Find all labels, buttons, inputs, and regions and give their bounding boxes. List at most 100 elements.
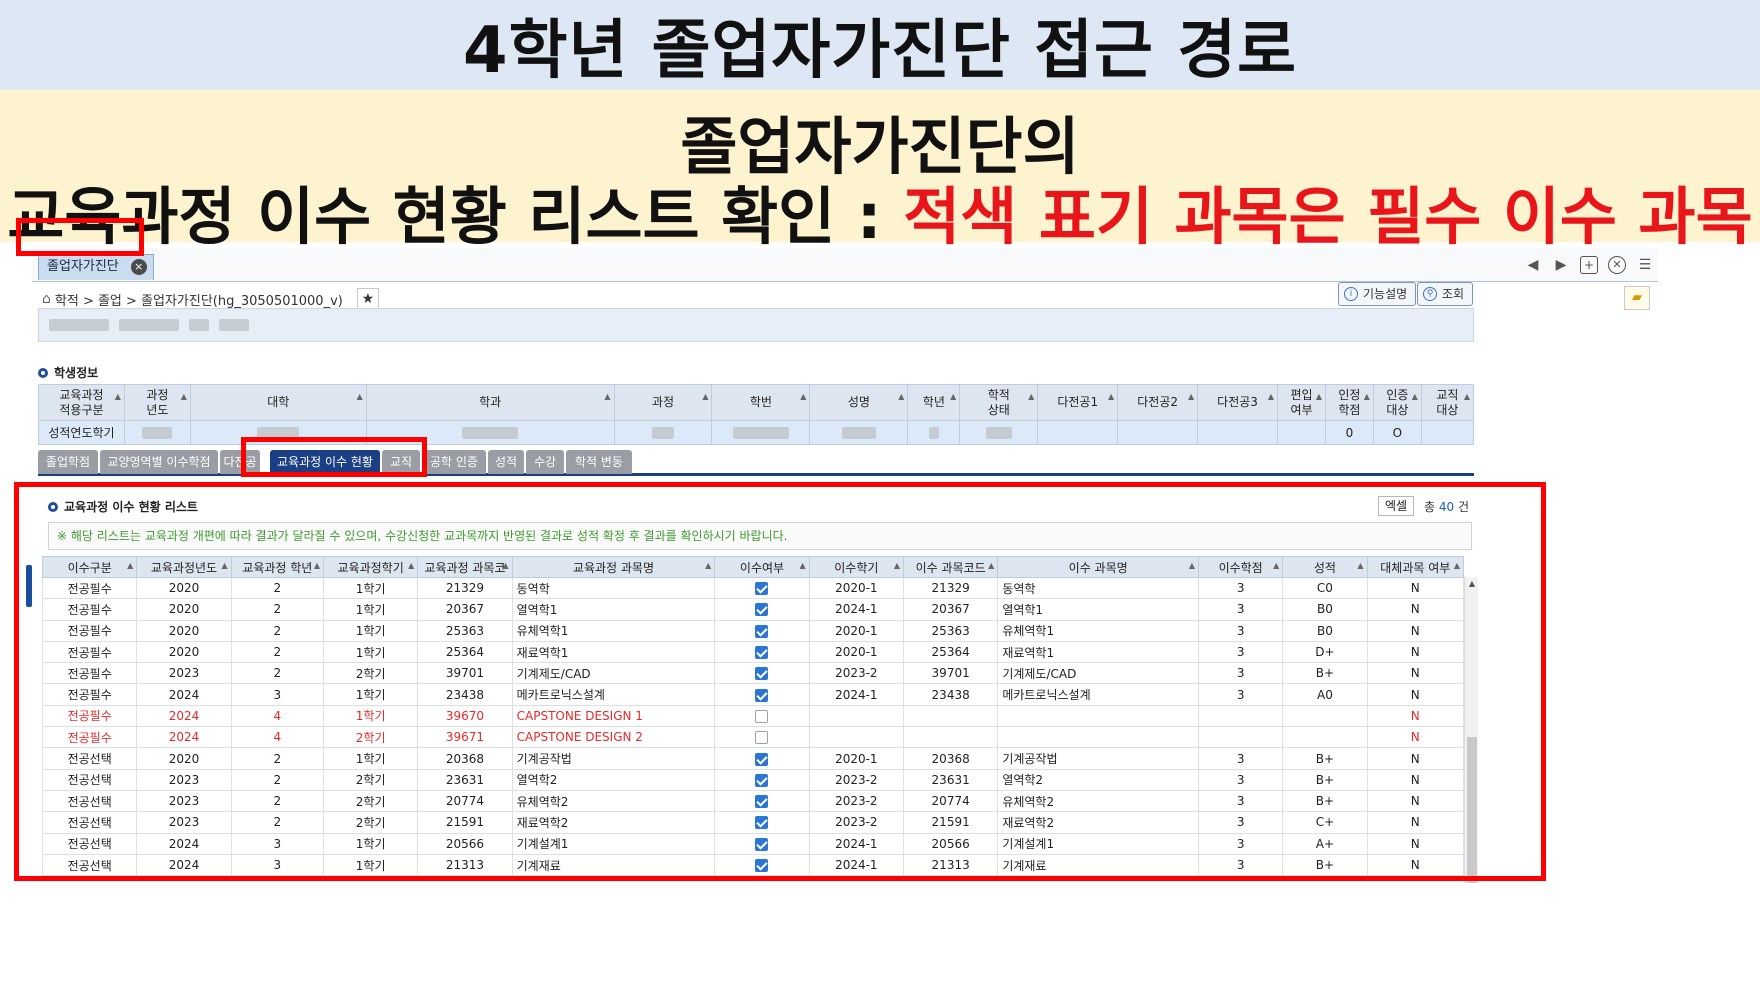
completion-checkbox[interactable] xyxy=(755,582,769,596)
sort-arrow-icon[interactable]: ▲ xyxy=(1412,389,1418,404)
next-tab-icon[interactable]: ▶ xyxy=(1552,256,1570,274)
scrollbar-thumb[interactable] xyxy=(1467,737,1477,883)
sub-tab[interactable]: 교양영역별 이수학점 xyxy=(100,450,218,474)
sort-arrow-icon[interactable]: ▲ xyxy=(1028,389,1034,404)
sort-arrow-icon[interactable]: ▲ xyxy=(950,389,956,404)
sort-arrow-icon[interactable]: ▲ xyxy=(408,561,414,570)
table-row[interactable]: 전공필수 2020 2 1학기 25364 재료역학1 2020-1 25364 재료역학1 3 D… xyxy=(41,640,1465,664)
sort-arrow-icon[interactable]: ▲ xyxy=(898,389,904,404)
student-col-header[interactable]: 과정 ▲ xyxy=(613,384,713,421)
sub-tab[interactable]: 교육과정 이수 현황 xyxy=(270,450,380,474)
table-row[interactable]: 전공필수 2024 4 1학기 39670 CAPSTONE DESIGN 1 N xyxy=(41,704,1465,728)
table-row[interactable]: 전공필수 2020 2 1학기 25363 유체역학1 2020-1 25363 유체역학1 3 B… xyxy=(41,619,1465,642)
sort-arrow-icon[interactable]: ▲ xyxy=(1268,389,1274,404)
new-window-icon[interactable]: + xyxy=(1580,256,1598,274)
sort-arrow-icon[interactable]: ▲ xyxy=(502,561,508,570)
help-button[interactable]: i 기능설명 xyxy=(1338,282,1417,306)
student-col-header[interactable]: 교육과정 적용구분 ▲ xyxy=(38,384,125,421)
sort-arrow-icon[interactable]: ▲ xyxy=(1189,561,1195,570)
student-col-header[interactable]: 인증 대상 ▲ xyxy=(1372,384,1422,421)
completion-checkbox[interactable] xyxy=(755,816,769,830)
table-row[interactable]: 전공선택 2023 2 2학기 21591 재료역학2 2023-2 21591 재료역학2 3 C… xyxy=(41,811,1465,834)
sort-arrow-icon[interactable]: ▲ xyxy=(988,561,994,570)
completion-checkbox[interactable] xyxy=(755,667,769,681)
student-col-header[interactable]: 대학 ▲ xyxy=(189,384,367,421)
sort-arrow-icon[interactable]: ▲ xyxy=(357,389,363,404)
sort-arrow-icon[interactable]: ▲ xyxy=(894,561,900,570)
folder-icon[interactable]: ▰ xyxy=(1624,286,1650,310)
column-header[interactable]: 이수구분 ▲ xyxy=(41,556,138,578)
doc-tab-graduation-check[interactable]: 졸업자가진단 × xyxy=(38,254,154,280)
column-header[interactable]: 이수학점 ▲ xyxy=(1198,556,1284,578)
student-col-header[interactable]: 성명 ▲ xyxy=(809,384,909,421)
table-row[interactable]: 전공필수 2024 4 2학기 39671 CAPSTONE DESIGN 2 N xyxy=(41,726,1465,749)
sort-arrow-icon[interactable]: ▲ xyxy=(1454,561,1460,570)
sort-arrow-icon[interactable]: ▲ xyxy=(1273,561,1279,570)
sort-arrow-icon[interactable]: ▲ xyxy=(1464,389,1470,404)
student-col-header[interactable]: 학과 ▲ xyxy=(365,384,615,421)
close-icon[interactable]: × xyxy=(130,259,147,275)
sub-tab[interactable]: 학적 변동 xyxy=(566,450,632,474)
table-row[interactable]: 전공선택 2023 2 2학기 23631 열역학2 2023-2 23631 열역학2 3 B+ N xyxy=(41,768,1465,791)
table-row[interactable]: 전공선택 2024 3 1학기 21313 기계재료 2024-1 21313 기계재료 3 B+ N xyxy=(41,853,1465,877)
completion-checkbox[interactable] xyxy=(755,731,769,745)
favorite-star-icon[interactable]: ★ xyxy=(356,288,379,310)
column-header[interactable]: 교육과정년도 ▲ xyxy=(136,556,232,578)
column-header[interactable]: 성적 ▲ xyxy=(1282,556,1368,578)
completion-checkbox[interactable] xyxy=(755,795,769,809)
completion-checkbox[interactable] xyxy=(755,837,769,851)
table-row[interactable]: 전공선택 2023 2 2학기 20774 유체역학2 2023-2 20774 유체역학2 3 B… xyxy=(41,789,1465,813)
sub-tab[interactable]: 성적 xyxy=(488,450,524,474)
sort-arrow-icon[interactable]: ▲ xyxy=(1357,561,1363,570)
completion-checkbox[interactable] xyxy=(755,709,769,723)
student-col-header[interactable]: 인정 학점 ▲ xyxy=(1324,384,1374,421)
close-all-icon[interactable]: ✕ xyxy=(1608,256,1626,274)
table-row[interactable]: 전공필수 2020 2 1학기 21329 동역학 2020-1 21329 동역학 3 C0 N xyxy=(41,576,1465,600)
student-col-header[interactable]: 학적 상태 ▲ xyxy=(959,384,1039,421)
menu-icon[interactable]: ☰ xyxy=(1636,256,1654,274)
completion-checkbox[interactable] xyxy=(755,752,769,766)
column-header[interactable]: 이수 과목명 ▲ xyxy=(997,556,1200,578)
student-col-header[interactable]: 학년 ▲ xyxy=(907,384,961,421)
sort-arrow-icon[interactable]: ▲ xyxy=(115,389,121,404)
prev-tab-icon[interactable]: ◀ xyxy=(1524,256,1542,274)
student-col-header[interactable]: 다전공1 ▲ xyxy=(1037,384,1119,421)
student-col-header[interactable]: 과정 년도 ▲ xyxy=(123,384,191,421)
sort-arrow-icon[interactable]: ▲ xyxy=(604,389,610,404)
sort-arrow-icon[interactable]: ▲ xyxy=(705,561,711,570)
scroll-up-icon[interactable]: ▲ xyxy=(1465,577,1479,591)
sub-tab[interactable]: 수강 xyxy=(526,450,564,474)
completion-checkbox[interactable] xyxy=(755,688,769,702)
table-row[interactable]: 전공필수 2023 2 2학기 39701 기계제도/CAD 2023-2 39701 기계제도… xyxy=(41,662,1465,685)
column-header[interactable]: 교육과정 과목명 ▲ xyxy=(511,556,716,578)
sort-arrow-icon[interactable]: ▲ xyxy=(181,389,187,404)
student-col-header[interactable]: 교직 대상 ▲ xyxy=(1420,384,1475,421)
column-header[interactable]: 교육과정 학년 ▲ xyxy=(230,556,324,578)
sub-tab[interactable]: 다전공 xyxy=(220,450,260,474)
student-col-header[interactable]: 학번 ▲ xyxy=(711,384,811,421)
sub-tab[interactable]: 공학 인증 xyxy=(422,450,486,474)
sort-arrow-icon[interactable]: ▲ xyxy=(1364,389,1370,404)
sort-arrow-icon[interactable]: ▲ xyxy=(314,561,320,570)
column-header[interactable]: 교육과정 과목코 ▲ xyxy=(417,556,513,578)
excel-export-button[interactable]: 엑셀 xyxy=(1378,496,1414,516)
sort-arrow-icon[interactable]: ▲ xyxy=(800,561,806,570)
column-header[interactable]: 교육과정학기 ▲ xyxy=(322,556,419,578)
completion-checkbox[interactable] xyxy=(755,859,769,872)
search-button[interactable]: ⚲ 조회 xyxy=(1417,282,1474,306)
sort-arrow-icon[interactable]: ▲ xyxy=(1316,389,1322,404)
sub-tab[interactable]: 졸업학점 xyxy=(38,450,98,474)
column-header[interactable]: 대체과목 여부 ▲ xyxy=(1366,556,1465,578)
sort-arrow-icon[interactable]: ▲ xyxy=(1188,389,1194,404)
completion-checkbox[interactable] xyxy=(755,773,769,787)
completion-checkbox[interactable] xyxy=(755,603,769,617)
student-col-header[interactable]: 다전공3 ▲ xyxy=(1197,384,1279,421)
sort-arrow-icon[interactable]: ▲ xyxy=(222,561,228,570)
column-header[interactable]: 이수 과목코드 ▲ xyxy=(902,556,999,578)
completion-checkbox[interactable] xyxy=(755,646,769,660)
sort-arrow-icon[interactable]: ▲ xyxy=(1108,389,1114,404)
table-row[interactable]: 전공필수 2020 2 1학기 20367 열역학1 2024-1 20367 열역학1 3 B0 N xyxy=(41,598,1465,621)
student-col-header[interactable]: 편입 여부 ▲ xyxy=(1277,384,1326,421)
table-scrollbar[interactable]: ▲ xyxy=(1464,577,1478,883)
completion-checkbox[interactable] xyxy=(755,624,769,638)
